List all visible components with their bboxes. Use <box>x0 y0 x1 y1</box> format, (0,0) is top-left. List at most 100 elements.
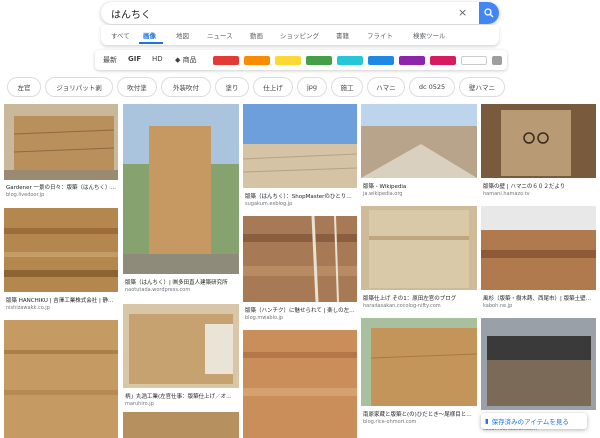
chip-jolypate[interactable]: ジョリパット剥 <box>45 77 113 97</box>
result-caption: 柄」丸浩工業(左官仕事：版築仕上げ／オ… <box>125 394 232 400</box>
result-image <box>481 104 596 178</box>
tab-news[interactable]: ニュース <box>207 30 233 40</box>
search-icon <box>484 8 494 18</box>
result-source: blog.mwablo.jp <box>245 315 284 321</box>
search-tabs: すべて 画像 地図 ニュース 動画 ショッピング 書籍 フライト 検索ツール <box>101 25 499 45</box>
result-tile[interactable]: Gardener 一景の日々：版築（はんちく）… blog.livedoor.j… <box>4 104 118 204</box>
saved-items-label: 保存済みのアイテムを見る <box>491 418 569 426</box>
chip-nuri[interactable]: 塗り <box>215 77 249 97</box>
search-button[interactable] <box>479 2 499 24</box>
result-tile[interactable]: 版築 - Wikipedia ja.wikipedia.org <box>361 104 477 202</box>
result-source: naotutada.wordpress.com <box>125 287 191 293</box>
result-source: maruhiro.jp <box>125 401 154 407</box>
filter-product[interactable]: ◆ 商品 <box>175 55 197 65</box>
result-caption: 版築 HANCHIKU | 吉澤工業株式会社 | 静… <box>6 298 114 304</box>
result-tile[interactable]: 南原家蔵と版築と(の)ひだとき～尾様目と… blog.rice-ohmori.c… <box>361 318 477 438</box>
color-blue[interactable] <box>368 56 394 65</box>
filter-hd[interactable]: HD <box>152 55 163 63</box>
result-image <box>361 104 477 178</box>
result-image <box>123 304 239 388</box>
result-source: sugakum.exblog.jp <box>245 201 293 207</box>
result-tile[interactable]: 版築 HANCHIKU | 吉澤工業株式会社 | 静… nishizawakk.… <box>4 208 118 314</box>
result-tile[interactable]: 版築（はんちく）| ㈱多田直人建築研究所 naotutada.wordpress… <box>123 104 239 300</box>
result-tile[interactable]: 版築（はんちく）：ShopMasterのひとり… sugakum.exblog.… <box>243 104 357 212</box>
clear-icon[interactable]: × <box>458 6 467 19</box>
chip-dc0525[interactable]: dc 0525 <box>409 77 455 97</box>
result-tile[interactable]: 風杉（版築・樹木蒔、西尾市）| 版築土壁… kaboh.ne.jp <box>481 206 596 314</box>
filter-product-label: 商品 <box>182 56 197 64</box>
tab-maps[interactable]: 地図 <box>176 30 189 40</box>
color-pink[interactable] <box>430 56 456 65</box>
chip-hamani[interactable]: ハマニ <box>367 77 405 97</box>
color-yellow[interactable] <box>275 56 301 65</box>
result-source: haradasakan.cocolog-nifty.com <box>363 303 441 309</box>
tab-images[interactable]: 画像 <box>143 30 156 40</box>
chip-jpg[interactable]: jpg <box>297 77 327 97</box>
color-teal[interactable] <box>337 56 363 65</box>
result-image <box>481 206 596 290</box>
result-caption: 版築の壁 | ハマニの６０２だより <box>483 184 566 190</box>
result-tile[interactable] <box>123 412 239 438</box>
result-caption: 版築 - Wikipedia <box>363 184 407 190</box>
result-image <box>481 318 596 410</box>
result-tile[interactable]: 柄」丸浩工業(左官仕事：版築仕上げ／オ… maruhiro.jp <box>123 304 239 408</box>
chip-kabe-hamani[interactable]: 壁ハマニ <box>459 77 505 97</box>
color-green[interactable] <box>306 56 332 65</box>
chip-gaiso-fukitsuke[interactable]: 外装吹付 <box>161 77 211 97</box>
result-image <box>4 320 118 438</box>
search-box[interactable]: はんちく × <box>101 2 499 24</box>
result-image <box>361 206 477 290</box>
active-tab-indicator <box>139 42 163 44</box>
result-image <box>243 216 357 302</box>
result-image <box>123 104 239 274</box>
tab-videos[interactable]: 動画 <box>250 30 263 40</box>
result-source: nishizawakk.co.jp <box>6 305 50 311</box>
tab-shopping[interactable]: ショッピング <box>280 30 319 40</box>
tab-flights[interactable]: フライト <box>367 30 393 40</box>
result-image <box>4 208 118 292</box>
saved-items-button[interactable]: ▮ 保存済みのアイテムを見る <box>481 413 587 429</box>
result-caption: 版築（ハンチク）に魅せられて | 楽しの左… <box>245 308 355 314</box>
filter-latest[interactable]: 最新 <box>103 55 117 65</box>
filter-gif[interactable]: GIF <box>128 55 141 63</box>
result-source: blog.rice-ohmori.com <box>363 419 417 425</box>
bookmark-icon: ▮ <box>485 417 489 425</box>
result-caption: 版築（はんちく）：ShopMasterのひとり… <box>245 194 352 200</box>
filter-bar: 最新 GIF HD ◆ 商品 <box>95 50 507 70</box>
color-red[interactable] <box>213 56 239 65</box>
result-caption: 版築（はんちく）| ㈱多田直人建築研究所 <box>125 280 228 286</box>
result-tile[interactable]: 版築の壁 | ハマニの６０２だより hamani.hamazo.tv <box>481 104 596 202</box>
result-source: kaboh.ne.jp <box>483 303 513 309</box>
result-caption: 風杉（版築・樹木蒔、西尾市）| 版築土壁… <box>483 296 592 302</box>
search-header: はんちく × すべて 画像 地図 ニュース 動画 ショッピング 書籍 フライト … <box>0 0 600 48</box>
result-image <box>243 330 357 438</box>
chip-fukitsuke-nuri[interactable]: 吹付塗 <box>117 77 157 97</box>
result-image <box>123 412 239 438</box>
result-tile[interactable]: 版築（ハンチク）に魅せられて | 楽しの左… blog.mwablo.jp <box>243 216 357 326</box>
chip-sakan[interactable]: 左官 <box>7 77 41 97</box>
result-caption: 南原家蔵と版築と(の)ひだとき～尾様目と… <box>363 412 472 418</box>
color-orange[interactable] <box>244 56 270 65</box>
result-image <box>4 104 118 180</box>
result-caption: 版築仕上げ その1：原田左官のブログ <box>363 296 457 302</box>
result-source: hamani.hamazo.tv <box>483 191 530 197</box>
result-source: blog.livedoor.jp <box>6 192 45 198</box>
chip-seko[interactable]: 施工 <box>331 77 363 97</box>
result-tile[interactable] <box>243 330 357 438</box>
result-image <box>361 318 477 406</box>
color-gray[interactable] <box>492 56 502 65</box>
tab-books[interactable]: 書籍 <box>336 30 349 40</box>
result-source: ja.wikipedia.org <box>363 191 403 197</box>
chip-shiage[interactable]: 仕上げ <box>253 77 293 97</box>
result-tile[interactable]: 版築仕上げ その1：原田左官のブログ haradasakan.cocolog-n… <box>361 206 477 314</box>
result-caption: Gardener 一景の日々：版築（はんちく）… <box>6 185 117 191</box>
result-tile[interactable] <box>4 320 118 438</box>
related-chips: 左官 ジョリパット剥 吹付塗 外装吹付 塗り 仕上げ jpg 施工 ハマニ dc… <box>0 75 600 99</box>
result-image <box>243 104 357 188</box>
tab-search-tools[interactable]: 検索ツール <box>413 30 446 40</box>
color-white[interactable] <box>461 56 487 65</box>
search-input[interactable]: はんちく <box>111 6 151 21</box>
tab-all[interactable]: すべて <box>111 30 130 40</box>
color-purple[interactable] <box>399 56 425 65</box>
tag-icon: ◆ <box>175 56 183 64</box>
